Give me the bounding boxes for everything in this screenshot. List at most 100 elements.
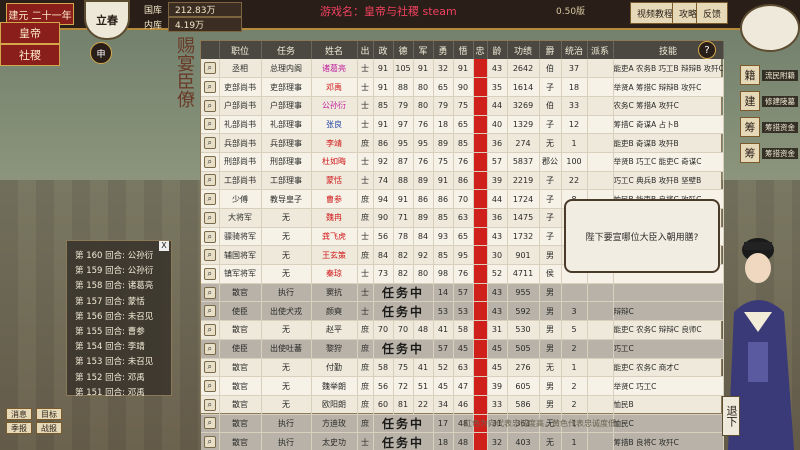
column-header[interactable]: 派系 — [587, 41, 614, 59]
magnifier-cell[interactable]: ⌕ — [201, 301, 220, 322]
table-row[interactable]: ⌕ 使臣 出使犬戎 颜奭士任务中 53 53 43 592 男 3 辩辩C — [201, 301, 724, 322]
war-report-button[interactable]: 战报 — [36, 422, 62, 434]
quick-action-icon[interactable]: 筹 — [740, 143, 760, 163]
magnifier-cell[interactable]: ⌕ — [201, 96, 220, 116]
table-row[interactable]: ⌕ 散官 执行 方迪玫庶任务中 17 48 31 361 无 1 恤民C — [201, 414, 724, 434]
magnifier-cell[interactable]: ⌕ — [201, 152, 220, 172]
magnifier-cell[interactable]: ⌕ — [201, 264, 220, 284]
magnifier-icon[interactable]: ⌕ — [203, 230, 216, 243]
table-row[interactable]: ⌕ 散官 执行 窦抗士任务中 14 57 43 955 男 — [201, 283, 724, 303]
table-row[interactable]: ⌕ 礼部尚书 礼部理事 张良士 91 97 76 18 65 40 1329 子 12 筹措C 奇谋A 占… — [201, 115, 724, 135]
column-header[interactable]: 龄 — [487, 41, 508, 59]
column-header[interactable]: 统治 — [561, 41, 588, 59]
help-icon[interactable]: ? — [698, 41, 716, 59]
magnifier-icon[interactable]: ⌕ — [203, 99, 216, 112]
cell-gong: 901 — [507, 245, 540, 266]
table-row[interactable]: ⌕ 户部尚书 户部理事 公孙衍士 85 79 80 79 75 44 3269 伯 33 农务C 筹措A … — [201, 96, 724, 116]
column-header[interactable]: 功绩 — [507, 41, 540, 59]
column-header[interactable]: 德 — [393, 41, 414, 59]
quick-action[interactable]: 籍流民附籍 — [740, 64, 800, 86]
magnifier-icon[interactable]: ⌕ — [203, 436, 216, 449]
magnifier-cell[interactable]: ⌕ — [201, 171, 220, 191]
table-row[interactable]: ⌕ 散官无魏举朗庶 56 72 51 45 47 39 605 男 2 举贤C 巧工C — [201, 376, 724, 396]
table-row[interactable]: ⌕ 散官 执行 太史功士任务中 18 48 32 403 无 1 筹措B 良将C 攻歼C — [201, 432, 724, 450]
quick-action[interactable]: 筹筹措资金 — [740, 116, 800, 138]
magnifier-icon[interactable]: ⌕ — [203, 380, 216, 393]
column-header[interactable]: 出 — [357, 41, 374, 59]
cell-yong: 91 — [433, 171, 454, 191]
quick-action-icon[interactable]: 筹 — [740, 117, 760, 137]
magnifier-icon[interactable]: ⌕ — [203, 417, 216, 430]
state-button[interactable]: 社稷 — [0, 44, 60, 66]
column-header[interactable]: 任务 — [261, 41, 312, 59]
cell-jun: 95 — [413, 133, 434, 153]
magnifier-cell[interactable]: ⌕ — [201, 208, 220, 228]
column-header[interactable]: 政 — [373, 41, 394, 59]
magnifier-icon[interactable]: ⌕ — [203, 323, 216, 336]
quick-action[interactable]: 筹筹措资金 — [740, 142, 800, 164]
magnifier-cell[interactable]: ⌕ — [201, 358, 220, 378]
column-header[interactable]: 勇 — [433, 41, 454, 59]
cell-age: 39 — [487, 376, 508, 396]
cell-out: 庶 — [357, 414, 374, 434]
table-row[interactable]: ⌕ 丞相 总理内阁 诸葛亮士 91 105 91 32 91 43 2642 伯 37 能吏A 农务B 巧… — [201, 59, 724, 79]
magnifier-icon[interactable]: ⌕ — [203, 361, 216, 374]
table-row[interactable]: ⌕ 兵部尚书 兵部理事 李靖庶 86 95 95 89 85 36 274 无 1 能吏B 奇谋B 攻歼B — [201, 133, 724, 153]
magnifier-cell[interactable]: ⌕ — [201, 395, 220, 415]
magnifier-icon[interactable]: ⌕ — [203, 62, 216, 75]
emperor-button[interactable]: 皇帝 — [0, 22, 60, 44]
magnifier-cell[interactable]: ⌕ — [201, 189, 220, 209]
quick-action-icon[interactable]: 建 — [740, 91, 760, 111]
table-row[interactable]: ⌕ 刑部尚书 刑部理事 杜如晦士 92 87 76 75 76 57 5837 郡公 100 举贤B 巧工… — [201, 152, 724, 172]
magnifier-icon[interactable]: ⌕ — [203, 137, 216, 150]
magnifier-cell[interactable]: ⌕ — [201, 59, 220, 79]
column-header[interactable]: 姓名 — [311, 41, 358, 59]
column-header[interactable]: 军 — [413, 41, 434, 59]
magnifier-icon[interactable]: ⌕ — [203, 193, 216, 206]
magnifier-icon[interactable]: ⌕ — [203, 398, 216, 411]
magnifier-icon[interactable]: ⌕ — [203, 174, 216, 187]
magnifier-cell[interactable]: ⌕ — [201, 245, 220, 266]
quick-action-icon[interactable]: 籍 — [740, 65, 760, 85]
busy-status: 任务中 — [373, 283, 434, 303]
column-header[interactable]: 职位 — [219, 41, 262, 59]
magnifier-cell[interactable]: ⌕ — [201, 283, 220, 303]
magnifier-cell[interactable]: ⌕ — [201, 77, 220, 97]
magnifier-icon[interactable]: ⌕ — [203, 249, 216, 262]
magnifier-icon[interactable]: ⌕ — [203, 118, 216, 131]
messages-button[interactable]: 消息 — [6, 408, 32, 420]
cell-out: 庶 — [357, 320, 374, 340]
table-row[interactable]: ⌕ 工部尚书 工部理事 蒙恬士 74 88 89 91 86 39 2219 子 22 巧工C 典兵B 攻… — [201, 171, 724, 191]
close-log-button[interactable]: X — [159, 241, 169, 251]
dismiss-button[interactable]: 退下 — [722, 396, 740, 436]
quick-action[interactable]: 建修建陵墓 — [740, 90, 800, 112]
table-row[interactable]: ⌕ 使臣 出使吐蕃 黎狩庶任务中 57 45 45 505 男 2 巧工C — [201, 339, 724, 359]
feedback-button[interactable]: 反馈 — [696, 2, 729, 24]
table-row[interactable]: ⌕ 散官无欧阳朗庶 60 81 22 34 46 33 586 男 2 恤民B — [201, 395, 724, 415]
magnifier-cell[interactable]: ⌕ — [201, 133, 220, 153]
magnifier-icon[interactable]: ⌕ — [203, 305, 216, 318]
magnifier-icon[interactable]: ⌕ — [203, 267, 216, 280]
goals-button[interactable]: 目标 — [36, 408, 62, 420]
column-header[interactable] — [201, 41, 220, 59]
magnifier-cell[interactable]: ⌕ — [201, 376, 220, 396]
table-row[interactable]: ⌕ 散官无赵平庶 70 70 48 41 58 31 530 男 5 能吏C 农务C 辩辩C 良师C — [201, 320, 724, 340]
magnifier-cell[interactable]: ⌕ — [201, 414, 220, 434]
cell-yong: 17 — [433, 414, 454, 434]
column-header[interactable]: 忠 — [473, 41, 488, 59]
magnifier-icon[interactable]: ⌕ — [203, 81, 216, 94]
magnifier-cell[interactable]: ⌕ — [201, 432, 220, 450]
magnifier-icon[interactable]: ⌕ — [203, 286, 216, 299]
quarterly-report-button[interactable]: 季报 — [6, 422, 32, 434]
magnifier-icon[interactable]: ⌕ — [203, 342, 216, 355]
column-header[interactable]: 爵 — [539, 41, 562, 59]
magnifier-icon[interactable]: ⌕ — [203, 155, 216, 168]
magnifier-cell[interactable]: ⌕ — [201, 339, 220, 359]
magnifier-cell[interactable]: ⌕ — [201, 115, 220, 135]
table-row[interactable]: ⌕ 散官无付勤庶 58 75 41 52 63 45 276 无 1 能吏C 农务C 商才C — [201, 358, 724, 378]
magnifier-cell[interactable]: ⌕ — [201, 227, 220, 247]
table-row[interactable]: ⌕ 吏部尚书 吏部理事 邓禹士 91 88 80 65 90 35 1614 子 18 举贤A 筹措C 辩… — [201, 77, 724, 97]
magnifier-cell[interactable]: ⌕ — [201, 320, 220, 340]
magnifier-icon[interactable]: ⌕ — [203, 211, 216, 224]
column-header[interactable]: 悟 — [453, 41, 474, 59]
